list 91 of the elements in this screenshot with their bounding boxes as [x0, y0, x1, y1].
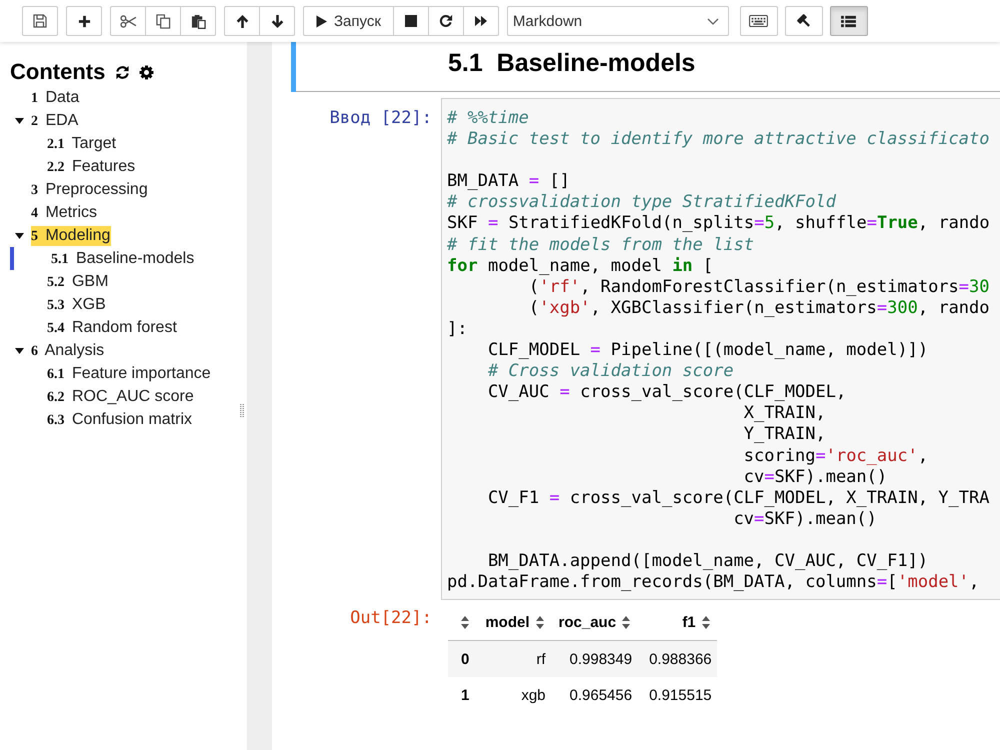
clipboard-icon [190, 14, 206, 28]
toc-item[interactable]: 5.3 XGB [47, 294, 107, 314]
toc-item[interactable]: 2.1 Target [47, 134, 118, 154]
keyboard-button[interactable] [740, 6, 778, 36]
code-line: ]: [447, 318, 468, 340]
run-button[interactable]: Запуск [303, 6, 394, 36]
toc-item[interactable]: 4 Metrics [31, 202, 98, 222]
row-index: 0 [448, 640, 478, 678]
code-line: # fit the models from the list [447, 234, 756, 256]
code-line: cv=SKF).mean() [742, 466, 888, 488]
stop-button[interactable] [392, 6, 429, 36]
toc-button[interactable] [830, 6, 868, 36]
code-line: CV_F1 = cross_val_score(CLF_MODEL, X_TRAIN, Y_TRA [486, 488, 990, 509]
keyboard-icon [749, 15, 768, 27]
row-index: 1 [448, 677, 478, 714]
code-line: cv=SKF).mean() [732, 508, 878, 530]
resize-handle-icon[interactable] [240, 404, 244, 418]
caret-down-icon[interactable] [15, 232, 24, 238]
pages-icon [156, 14, 170, 28]
sort-icon[interactable] [702, 616, 710, 630]
code-line: BM_DATA = [] [447, 171, 571, 192]
caret-down-icon[interactable] [15, 118, 24, 124]
caret-down-icon[interactable] [15, 348, 24, 354]
toc-item[interactable]: 3 Preprocessing [31, 180, 149, 200]
play-icon [316, 14, 327, 28]
build-button[interactable] [784, 6, 823, 36]
code-line: # crossvalidation type StratifiedKFold [447, 192, 838, 214]
output-prompt: Out[22]: [350, 608, 432, 628]
code-line: CV_AUC = cross_val_score(CLF_MODEL, [486, 382, 848, 404]
move-up-button[interactable] [224, 6, 260, 36]
toc-item[interactable]: 1 Data [31, 88, 80, 108]
table-cell: xgb [477, 677, 551, 714]
column-header: model [485, 614, 530, 632]
toc-item[interactable]: 5.4 Random forest [47, 318, 178, 338]
circular-arrow-icon [438, 14, 453, 28]
paste-button[interactable] [180, 6, 216, 36]
cell-type-dropdown[interactable]: Markdown [506, 6, 729, 36]
toc-item[interactable]: 6.2 ROC_AUC score [47, 386, 195, 406]
table-cell: 0.915515 [637, 677, 717, 714]
code-line: # Cross validation score [486, 361, 735, 382]
toc-title: Contents [10, 58, 106, 86]
column-header: f1 [682, 614, 696, 632]
input-prompt: Ввод [22]: [330, 108, 432, 128]
code-line: X_TRAIN, [742, 403, 827, 424]
toc-item[interactable]: 6 Analysis [31, 340, 106, 360]
arrow-down-icon [270, 14, 284, 28]
toc-item[interactable]: 5 Modeling [31, 226, 112, 246]
insert-cell-button[interactable] [66, 6, 102, 36]
code-editor[interactable] [441, 98, 1000, 600]
sort-icon[interactable] [461, 616, 469, 630]
refresh-icon[interactable] [115, 64, 130, 80]
restart-button[interactable] [428, 6, 464, 36]
scissors-icon [120, 14, 136, 28]
table-cell: 0.998349 [550, 640, 638, 678]
sort-icon[interactable] [622, 616, 630, 630]
save-button[interactable] [22, 6, 58, 36]
table-cell: rf [477, 640, 551, 678]
toc-item[interactable]: 5.1 Baseline-models [51, 248, 196, 268]
table-cell: 0.965456 [550, 677, 638, 714]
list-icon [841, 14, 856, 28]
toc-item[interactable]: 6.1 Feature importance [47, 364, 212, 384]
hammer-icon [796, 13, 812, 29]
run-all-button[interactable] [462, 6, 499, 36]
toc-item[interactable]: 5.2 GBM [47, 272, 110, 292]
cut-button[interactable] [110, 6, 146, 36]
fast-forward-icon [474, 15, 488, 27]
square-icon [404, 15, 417, 27]
code-line: BM_DATA.append([model_name, CV_AUC, CV_F1]) [486, 550, 930, 572]
code-line: scoring='roc_auc', [742, 446, 930, 467]
sort-icon[interactable] [536, 616, 544, 630]
code-line: for model_name, model in [ [447, 256, 714, 277]
code-line: Y_TRAIN, [742, 424, 827, 446]
toc-item[interactable]: 6.3 Confusion matrix [47, 410, 193, 430]
arrow-up-icon [236, 14, 248, 28]
code-line: # Basic test to identify more attractive classificato [447, 129, 990, 150]
code-line: ('xgb', XGBClassifier(n_estimators=300, rando [528, 298, 991, 319]
code-line: # %%time [447, 108, 530, 130]
code-line: pd.DataFrame.from_records(BM_DATA, columns=['model', [447, 572, 980, 594]
column-header: roc_auc [558, 614, 616, 632]
code-line: SKF = StratifiedKFold(n_splits=5, shuffle=True, rando [447, 213, 991, 235]
chevron-down-icon [706, 18, 719, 24]
copy-button[interactable] [145, 6, 181, 36]
toc-item[interactable]: 2.2 Features [47, 156, 136, 176]
code-line: ('rf', RandomForestClassifier(n_estimators=30 [528, 276, 991, 298]
code-line: CLF_MODEL = Pipeline([(model_name, model)]) [486, 340, 930, 362]
move-down-button[interactable] [259, 6, 295, 36]
plus-icon [78, 14, 90, 28]
section-heading: 5.1 Baseline-models [448, 48, 696, 79]
table-cell: 0.988366 [637, 640, 717, 678]
toc-item[interactable]: 2 EDA [31, 110, 80, 130]
settings-icon[interactable] [139, 64, 154, 80]
